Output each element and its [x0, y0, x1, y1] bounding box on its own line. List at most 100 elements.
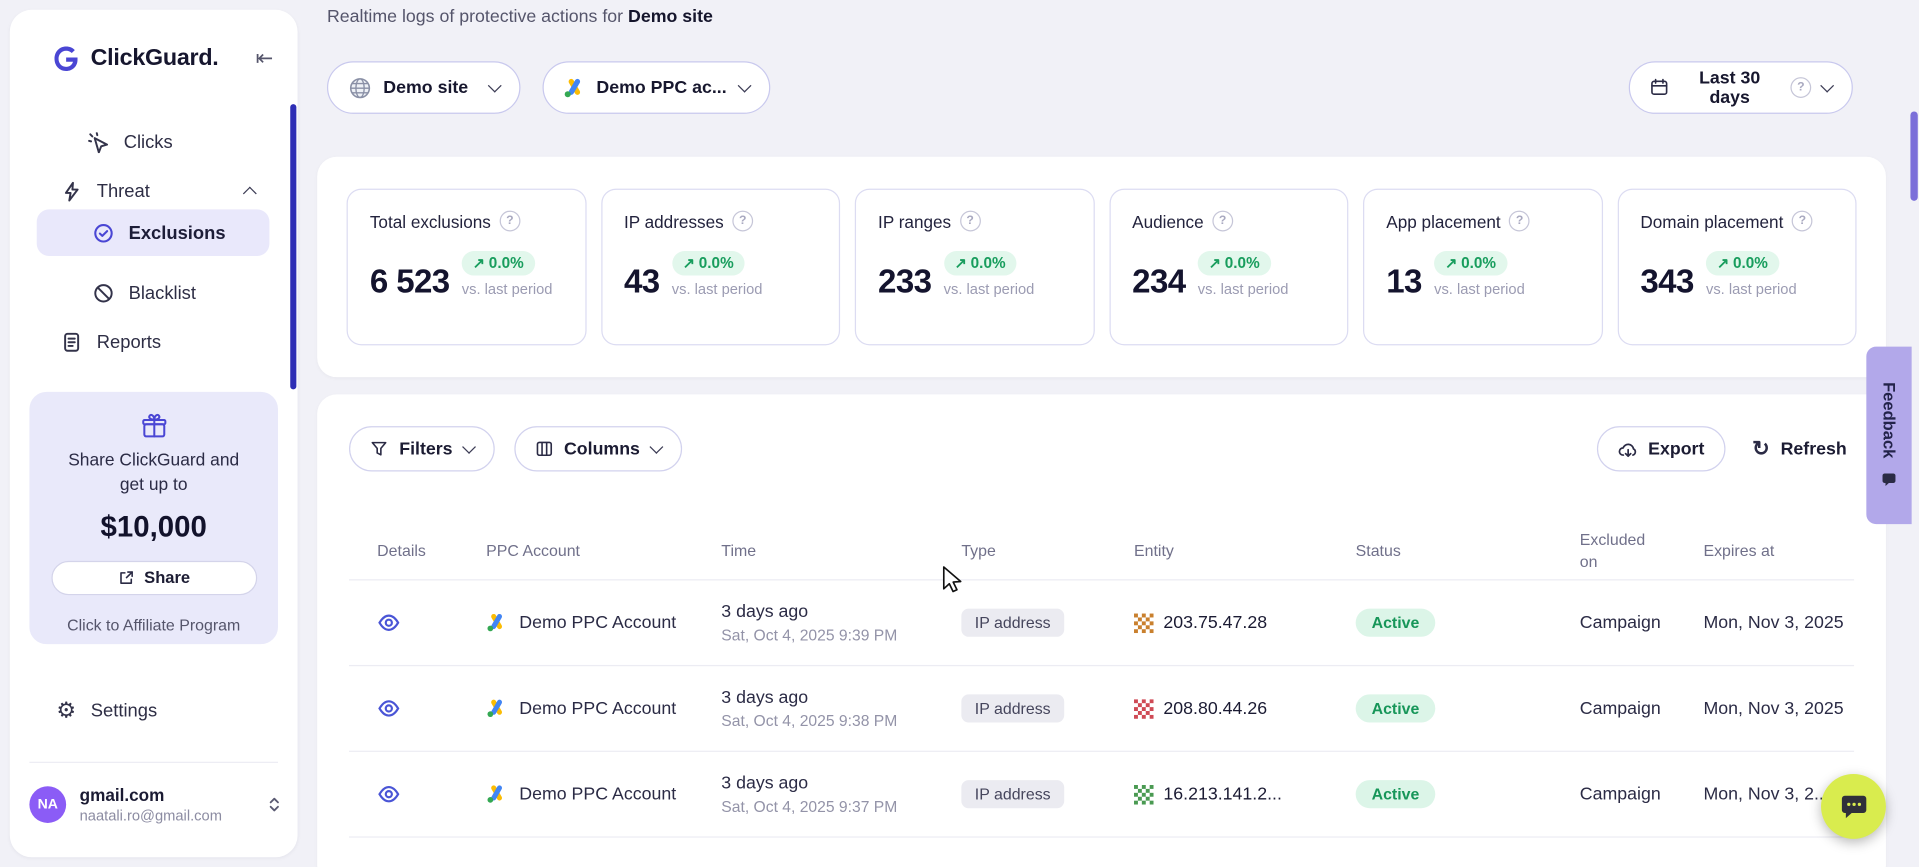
row-expires-at: Mon, Nov 3, 2025 [1703, 699, 1854, 719]
page-subtitle: Realtime logs of protective actions for … [327, 7, 713, 27]
sidebar: ClickGuard. ⇤ Clicks Threat Exclusions B… [10, 10, 298, 857]
google-ads-icon [486, 698, 507, 719]
col-header-type: Type [961, 541, 1134, 559]
chevron-down-icon [488, 79, 502, 93]
stat-card-domain-placement: Domain placement? 343 ↗0.0% vs. last per… [1617, 189, 1856, 346]
sidebar-item-label: Clicks [124, 132, 173, 153]
col-header-excluded-on: Excluded on [1580, 529, 1704, 572]
collapse-sidebar-button[interactable]: ⇤ [253, 44, 275, 73]
row-details-button[interactable] [377, 776, 414, 813]
ppc-account-selector[interactable]: Demo PPC ac... [543, 61, 771, 114]
sidebar-item-clicks[interactable]: Clicks [88, 122, 172, 161]
help-icon[interactable]: ? [1509, 211, 1530, 232]
sidebar-item-exclusions[interactable]: Exclusions [37, 209, 270, 256]
affiliate-program-link[interactable]: Click to Affiliate Program [67, 616, 240, 634]
funnel-icon [370, 440, 388, 458]
filters-button[interactable]: Filters [349, 426, 494, 471]
affiliate-promo-card: Share ClickGuard and get up to $10,000 S… [29, 392, 278, 644]
clickguard-logo-icon [51, 44, 80, 73]
gift-icon [140, 413, 167, 440]
site-selector[interactable]: Demo site [327, 61, 520, 114]
account-menu[interactable]: NA gmail.com naatali.ro@gmail.com [29, 785, 282, 825]
chevron-down-icon [738, 79, 752, 93]
row-account: Demo PPC Account [519, 613, 676, 633]
stat-value: 13 [1386, 266, 1422, 299]
col-header-time: Time [721, 541, 961, 559]
eye-icon [377, 697, 400, 720]
refresh-icon: ↻ [1752, 438, 1769, 459]
stat-label: Audience [1132, 211, 1204, 231]
export-button[interactable]: Export [1597, 426, 1725, 471]
sidebar-item-label: Reports [97, 331, 161, 352]
stats-panel: Total exclusions? 6 523 ↗ 0.0% vs. last p… [317, 157, 1886, 377]
sidebar-item-settings[interactable]: ⚙ Settings [56, 691, 157, 730]
share-button[interactable]: Share [51, 561, 257, 595]
col-header-status: Status [1356, 541, 1580, 559]
sidebar-item-reports[interactable]: Reports [61, 322, 161, 361]
ppc-selector-value: Demo PPC ac... [596, 78, 726, 98]
stat-delta-value: 0.0% [699, 255, 734, 272]
subtitle-site-name: Demo site [628, 7, 713, 27]
feedback-label: Feedback [1880, 383, 1898, 459]
stat-caption: vs. last period [1434, 280, 1525, 297]
help-icon[interactable]: ? [732, 211, 753, 232]
stat-card-audience: Audience? 234 ↗0.0% vs. last period [1109, 189, 1348, 346]
google-ads-icon [486, 612, 507, 633]
row-time-absolute: Sat, Oct 4, 2025 9:37 PM [721, 797, 897, 815]
help-icon[interactable]: ? [499, 211, 520, 232]
row-account: Demo PPC Account [519, 699, 676, 719]
feedback-tab[interactable]: Feedback [1866, 347, 1911, 525]
refresh-button[interactable]: ↻ Refresh [1745, 426, 1854, 471]
page-scrollbar-thumb[interactable] [1910, 111, 1917, 200]
stat-card-total-exclusions: Total exclusions? 6 523 ↗0.0% vs. last p… [347, 189, 586, 346]
row-type-badge: IP address [961, 779, 1064, 807]
stat-delta-value: 0.0% [489, 255, 524, 272]
logo-text: ClickGuard. [91, 45, 219, 72]
promo-amount: $10,000 [101, 510, 207, 544]
sidebar-item-blacklist[interactable]: Blacklist [93, 272, 196, 314]
help-icon[interactable]: ? [960, 211, 981, 232]
row-time-relative: 3 days ago [721, 602, 808, 622]
row-status-badge: Active [1356, 779, 1436, 807]
row-entity: 203.75.47.28 [1163, 613, 1267, 633]
row-status-badge: Active [1356, 608, 1436, 636]
help-icon[interactable]: ? [1792, 211, 1813, 232]
account-email: naatali.ro@gmail.com [80, 806, 222, 824]
account-name: gmail.com [80, 785, 222, 806]
row-details-button[interactable] [377, 604, 414, 641]
table-header-row: Details PPC Account Time Type Entity Sta… [349, 522, 1854, 581]
help-icon[interactable]: ? [1212, 211, 1233, 232]
row-time-relative: 3 days ago [721, 688, 808, 708]
sidebar-item-threat[interactable]: Threat [61, 171, 254, 210]
date-range-selector[interactable]: Last 30 days ? [1629, 61, 1853, 114]
sidebar-item-label: Threat [97, 181, 150, 202]
help-icon[interactable]: ? [1790, 77, 1811, 98]
stat-value: 6 523 [370, 266, 450, 299]
row-status-badge: Active [1356, 694, 1436, 722]
sidebar-item-label: Blacklist [129, 282, 196, 303]
stat-card-app-placement: App placement? 13 ↗0.0% vs. last period [1363, 189, 1602, 346]
identicon [1134, 613, 1154, 633]
share-button-label: Share [144, 569, 190, 587]
stat-value: 234 [1132, 266, 1185, 299]
row-type-badge: IP address [961, 608, 1064, 636]
col-header-ppc-account: PPC Account [486, 541, 721, 559]
row-entity: 16.213.141.2... [1163, 784, 1281, 804]
sidebar-item-label: Settings [91, 700, 157, 721]
sidebar-scrollbar-thumb[interactable] [290, 104, 296, 389]
stat-label: App placement [1386, 211, 1500, 231]
chat-launcher-button[interactable] [1821, 774, 1886, 839]
ban-icon [93, 282, 114, 303]
stat-label: Total exclusions [370, 211, 491, 231]
app-viewport: ClickGuard. ⇤ Clicks Threat Exclusions B… [0, 0, 1919, 867]
calendar-icon [1650, 77, 1669, 98]
stat-caption: vs. last period [1706, 280, 1797, 297]
page-canvas: ClickGuard. ⇤ Clicks Threat Exclusions B… [0, 0, 1919, 867]
columns-button[interactable]: Columns [514, 426, 682, 471]
table-row-partial: 3 days ago [349, 838, 1854, 867]
row-details-button[interactable] [377, 690, 414, 727]
export-label: Export [1648, 439, 1704, 459]
trend-up-icon: ↗ [683, 256, 695, 271]
row-time-absolute: Sat, Oct 4, 2025 9:39 PM [721, 625, 897, 643]
chat-bubble-icon [1838, 790, 1870, 822]
